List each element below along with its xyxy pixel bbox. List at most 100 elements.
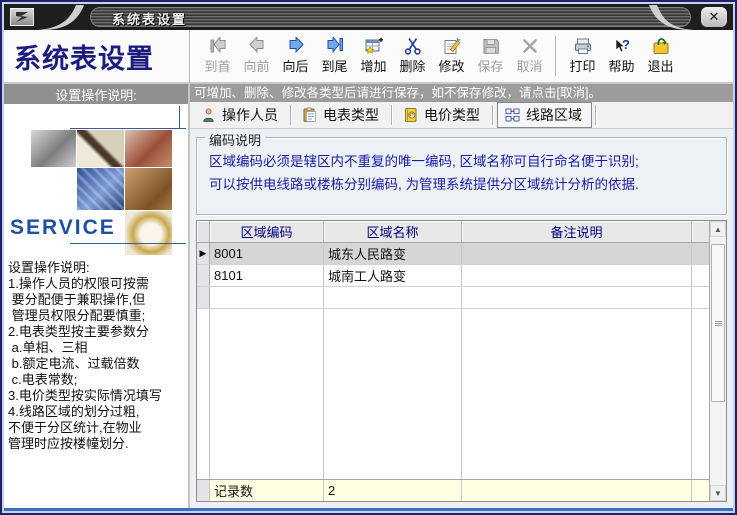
instruction-line: a.单相、三相	[8, 340, 186, 356]
column-header-code[interactable]: 区域编码	[210, 221, 324, 242]
cancel-label: 取消	[516, 56, 542, 75]
cell-remark[interactable]	[462, 265, 692, 286]
save-button[interactable]: 保存	[472, 32, 509, 80]
add-button[interactable]: 增加	[355, 32, 392, 80]
photo-hand	[125, 168, 172, 210]
current-row-indicator: ▶	[197, 243, 210, 264]
cell-filler	[692, 243, 709, 264]
cell-empty	[462, 287, 692, 308]
last-icon	[325, 37, 345, 55]
cell-name[interactable]: 城南工人路变	[324, 265, 462, 286]
groupbox-title: 编码说明	[205, 130, 265, 149]
scroll-up-button[interactable]: ▲	[710, 221, 726, 237]
next-button[interactable]: 向后	[277, 32, 314, 80]
toolbar: 到首 向前 向后 到尾	[190, 30, 680, 82]
grid-footer-row: 记录数 2	[197, 479, 709, 501]
instruction-line: 不便于分区统计,在物业	[8, 420, 186, 436]
app-window: 系统表设置 ✕ 系统表设置 到首 向前	[0, 0, 737, 515]
exit-label: 退出	[647, 56, 673, 75]
add-icon	[364, 37, 384, 55]
instruction-line: 设置操作说明:	[8, 260, 186, 276]
window-title: 系统表设置	[112, 9, 187, 28]
scroll-down-button[interactable]: ▼	[710, 485, 726, 501]
tab-meter-types[interactable]: 电表类型	[295, 103, 388, 127]
tab-label: 线路区域	[526, 105, 582, 125]
table-row[interactable]: 8101 城南工人路变	[197, 265, 709, 287]
grid-header-filler	[692, 221, 709, 242]
sidebar-header: 设置操作说明:	[4, 84, 188, 104]
instructions: 设置操作说明: 1.操作人员的权限可按需 要分配便于兼职操作,但 管理员权限分配…	[4, 256, 188, 452]
table-row-empty	[197, 287, 709, 309]
instruction-line: 4.线路区域的划分过粗,	[8, 404, 186, 420]
tab-operators[interactable]: 操作人员	[194, 103, 287, 127]
groupbox-line2: 可以按供电线路或楼栋分别编码, 为管理系统提供分区域统计分析的依据.	[209, 173, 718, 196]
service-text: SERVICE	[10, 216, 116, 240]
scroll-thumb[interactable]	[711, 244, 725, 402]
scroll-track[interactable]	[710, 237, 726, 485]
delete-label: 删除	[399, 56, 425, 75]
exit-icon	[651, 37, 671, 55]
exit-button[interactable]: 退出	[642, 32, 679, 80]
instruction-line: 管理时应按楼幢划分.	[8, 436, 186, 452]
app-logo-icon	[10, 8, 34, 26]
print-icon	[573, 37, 593, 55]
tab-separator	[492, 105, 494, 125]
filler-column	[462, 309, 692, 479]
tab-separator	[595, 105, 597, 125]
main-panel: 可增加、删除、修改各类型后请进行保存，如不保存修改，请点击[取消]。 操作人员	[190, 84, 733, 508]
tab-line-regions[interactable]: 线路区域	[497, 102, 592, 128]
row-marker-icon: ▶	[200, 248, 207, 259]
cancel-button[interactable]: 取消	[511, 32, 548, 80]
prev-icon	[247, 37, 267, 55]
instruction-line: 要分配便于兼职操作,但	[8, 292, 186, 308]
header-band: 系统表设置 到首 向前 向后	[4, 30, 733, 84]
cell-name[interactable]: 城东人民路变	[324, 243, 462, 264]
record-count-value: 2	[324, 480, 462, 501]
table-row[interactable]: ▶ 8001 城东人民路变	[197, 243, 709, 265]
next-icon	[286, 37, 306, 55]
instruction-line: c.电表常数;	[8, 372, 186, 388]
first-icon	[208, 37, 228, 55]
column-header-remark[interactable]: 备注说明	[462, 221, 692, 242]
notice-bar: 可增加、删除、修改各类型后请进行保存，如不保存修改，请点击[取消]。	[190, 84, 733, 102]
tab-label: 电表类型	[323, 105, 379, 125]
help-button[interactable]: ? 帮助	[603, 32, 640, 80]
row-indicator	[197, 265, 210, 286]
cell-empty	[210, 287, 324, 308]
first-button[interactable]: 到首	[199, 32, 236, 80]
close-button[interactable]: ✕	[701, 7, 727, 27]
cell-code[interactable]: 8101	[210, 265, 324, 286]
print-button[interactable]: 打印	[564, 32, 601, 80]
save-label: 保存	[477, 56, 503, 75]
record-count-label: 记录数	[210, 480, 324, 501]
tab-price-types[interactable]: 电价类型	[396, 103, 489, 127]
grid-empty-area	[197, 309, 709, 479]
last-button[interactable]: 到尾	[316, 32, 353, 80]
cell-code[interactable]: 8001	[210, 243, 324, 264]
sidebar-collage: SERVICE	[4, 104, 188, 256]
filler-column	[210, 309, 324, 479]
vertical-scrollbar[interactable]: ▲ ▼	[709, 221, 726, 501]
delete-button[interactable]: 删除	[394, 32, 431, 80]
footer-filler	[692, 480, 709, 501]
grid-header-indicator	[197, 221, 210, 242]
window-bottom-edge	[4, 508, 733, 511]
prev-button[interactable]: 向前	[238, 32, 275, 80]
tab-separator	[290, 105, 292, 125]
modify-button[interactable]: 修改	[433, 32, 470, 80]
grid-header-row: 区域编码 区域名称 备注说明	[197, 221, 709, 243]
region-grid: 区域编码 区域名称 备注说明 ▶ 8001 城东人民路变	[196, 220, 727, 502]
cell-remark[interactable]	[462, 243, 692, 264]
footer-empty	[462, 480, 692, 501]
titlebar: 系统表设置 ✕	[4, 4, 733, 30]
photo-tools	[31, 130, 76, 167]
column-header-name[interactable]: 区域名称	[324, 221, 462, 242]
toolbar-separator	[555, 36, 557, 76]
decorative-line	[70, 128, 186, 129]
add-label: 增加	[360, 56, 386, 75]
instruction-line: 管理员权限分配要慎重;	[8, 308, 186, 324]
modify-icon	[442, 37, 462, 55]
first-label: 到首	[204, 56, 230, 75]
groupbox-line1: 区域编码必须是辖区内不重复的唯一编码, 区域名称可自行命名便于识别;	[209, 150, 718, 173]
svg-text:?: ?	[622, 37, 630, 52]
